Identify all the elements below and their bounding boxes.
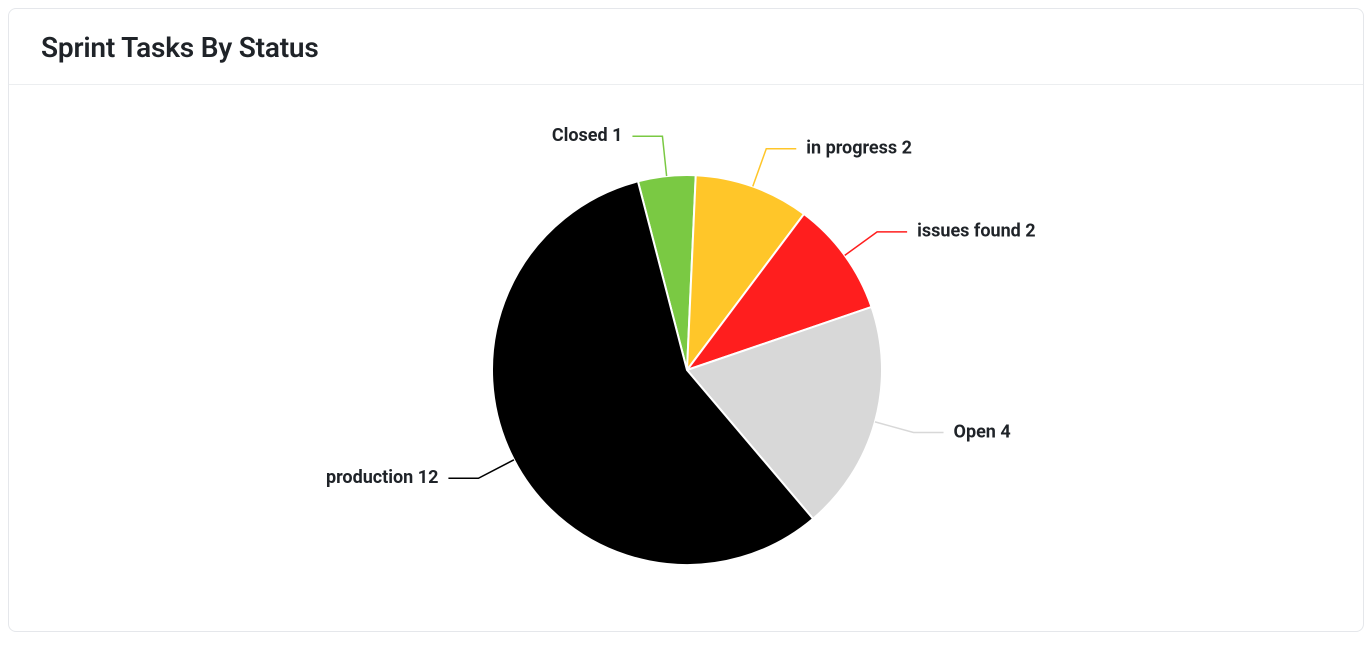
pie-slice-label: production 12 <box>326 467 438 488</box>
pie-connector <box>845 232 907 256</box>
pie-slice-label: in progress 2 <box>806 138 912 159</box>
pie-connector <box>632 136 666 176</box>
pie-slice-label: Open 4 <box>954 421 1011 442</box>
pie-connector <box>448 460 514 478</box>
card-header: Sprint Tasks By Status <box>9 9 1363 85</box>
pie-slice-label: Closed 1 <box>552 125 623 146</box>
pie-connector <box>875 422 944 433</box>
chart-title: Sprint Tasks By Status <box>41 31 1331 64</box>
pie-slices <box>492 175 882 565</box>
pie-connector <box>753 149 796 187</box>
pie-slice-label: issues found 2 <box>917 221 1036 242</box>
chart-card: Sprint Tasks By Status Closed 1 in progre… <box>8 8 1364 632</box>
pie-chart-svg: Closed 1 in progress 2 issues found 2 Open … <box>9 85 1364 631</box>
pie-chart: Closed 1 in progress 2 issues found 2 Open … <box>9 85 1363 629</box>
